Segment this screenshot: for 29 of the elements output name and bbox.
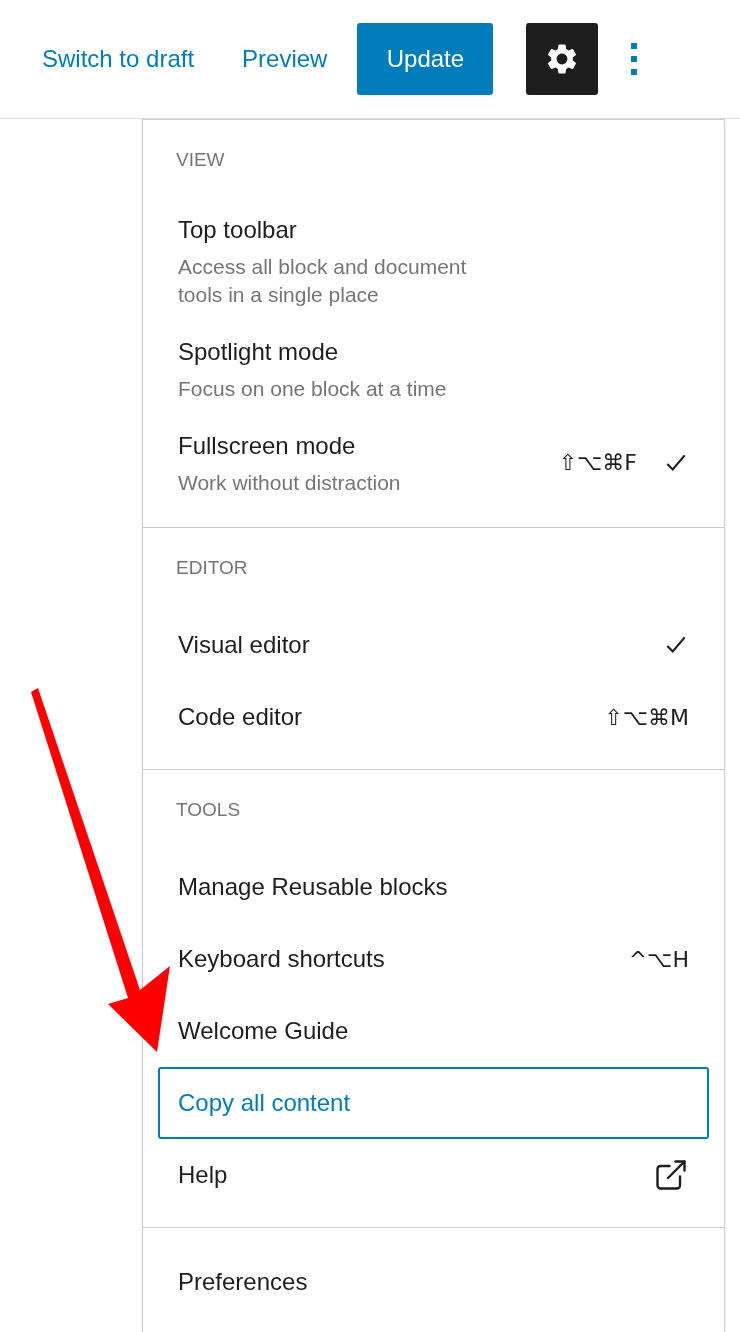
menu-item[interactable]: Spotlight mode Focus on one block at a time <box>158 332 709 405</box>
update-button[interactable]: Update <box>357 23 494 95</box>
menu-item[interactable]: Code editor ⇧⌥⌘M <box>158 681 709 753</box>
external-link-icon <box>653 1157 689 1193</box>
menu-item[interactable]: Preferences <box>158 1246 709 1318</box>
shortcut-text: ⇧⌥⌘F <box>558 449 637 477</box>
menu-item[interactable]: Welcome Guide <box>158 995 709 1067</box>
section-label: TOOLS <box>175 798 242 822</box>
shortcut-text: ⇧⌥⌘M <box>604 703 689 732</box>
header-link[interactable]: Preview <box>242 41 328 77</box>
shortcut-text: ^⌥H <box>628 945 689 974</box>
item-title: Fullscreen mode <box>178 431 357 461</box>
menu-item[interactable]: Top toolbar Access all block and document tools in a single place <box>158 210 709 311</box>
menu-item[interactable]: Copy all content <box>158 1067 709 1139</box>
settings-button[interactable] <box>526 23 599 95</box>
item-description: Focus on one block at a time <box>178 376 447 402</box>
item-title: Spotlight mode <box>178 337 340 367</box>
more-icon <box>631 43 638 75</box>
menu-item[interactable]: Keyboard shortcuts ^⌥H <box>158 923 709 995</box>
section-label: VIEW <box>175 148 226 172</box>
menu-item[interactable]: Visual editor <box>158 609 709 681</box>
header-link[interactable]: Switch to draft <box>42 41 195 77</box>
section-label: EDITOR <box>175 556 249 580</box>
menu-item[interactable]: Manage Reusable blocks <box>158 851 709 923</box>
item-description: Access all block and document tools in a single place <box>178 254 468 308</box>
menu-item[interactable]: Fullscreen mode Work without distraction ⇧⌥⌘F <box>158 426 709 499</box>
item-title: Top toolbar <box>178 215 298 245</box>
item-description: Work without distraction <box>178 470 401 496</box>
menu-item[interactable]: Help <box>158 1139 709 1211</box>
